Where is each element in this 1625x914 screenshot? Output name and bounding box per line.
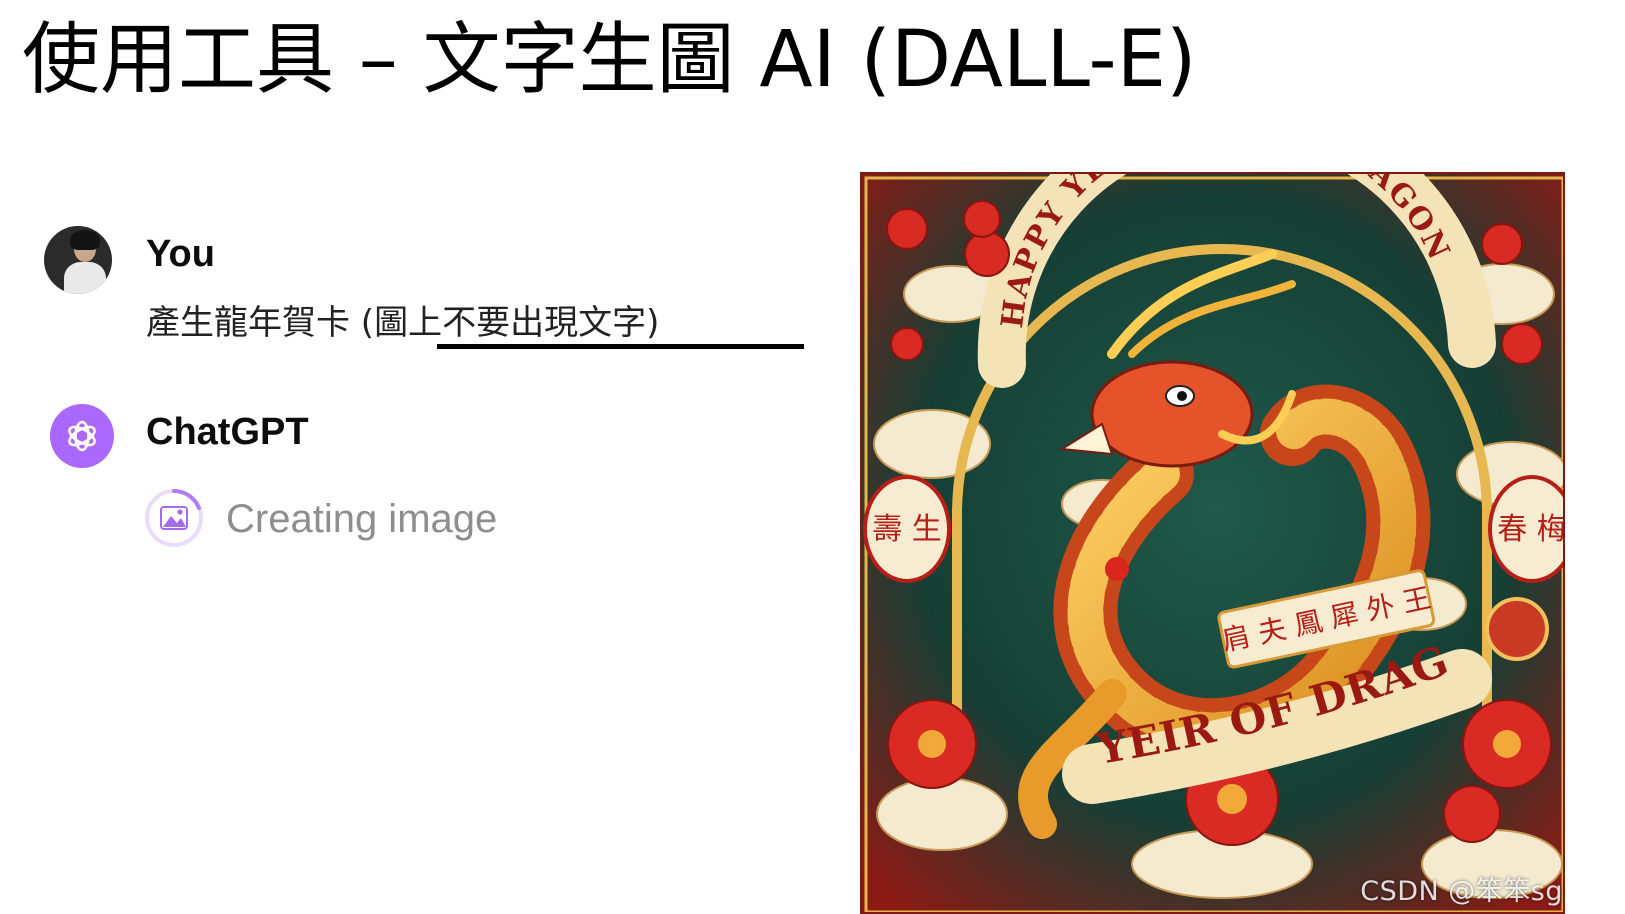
left-medallion-text: 壽 生 — [872, 512, 942, 547]
chat-transcript: You 產生龍年賀卡 (圖上不要出現文字) ChatGPT Creating i… — [0, 0, 840, 914]
chatgpt-avatar — [50, 404, 114, 468]
assistant-name: ChatGPT — [146, 411, 309, 453]
user-avatar — [44, 226, 112, 294]
dragon-card-artwork: HAPPY YEAR OF THE DRAGON — [862, 174, 1565, 912]
csdn-watermark: CSDN @笨笨sg — [1360, 876, 1563, 907]
user-prompt: 產生龍年賀卡 (圖上不要出現文字) — [146, 303, 660, 343]
openai-logo-icon — [68, 420, 96, 452]
status-text: Creating image — [226, 497, 498, 541]
highlight-underline — [437, 344, 804, 349]
creating-spinner — [142, 486, 206, 550]
right-medallion-text: 春 梅 — [1497, 512, 1565, 547]
generated-dragon-card: HAPPY YEAR OF THE DRAGON — [860, 172, 1565, 914]
image-icon — [160, 506, 188, 530]
user-name: You — [146, 233, 215, 275]
